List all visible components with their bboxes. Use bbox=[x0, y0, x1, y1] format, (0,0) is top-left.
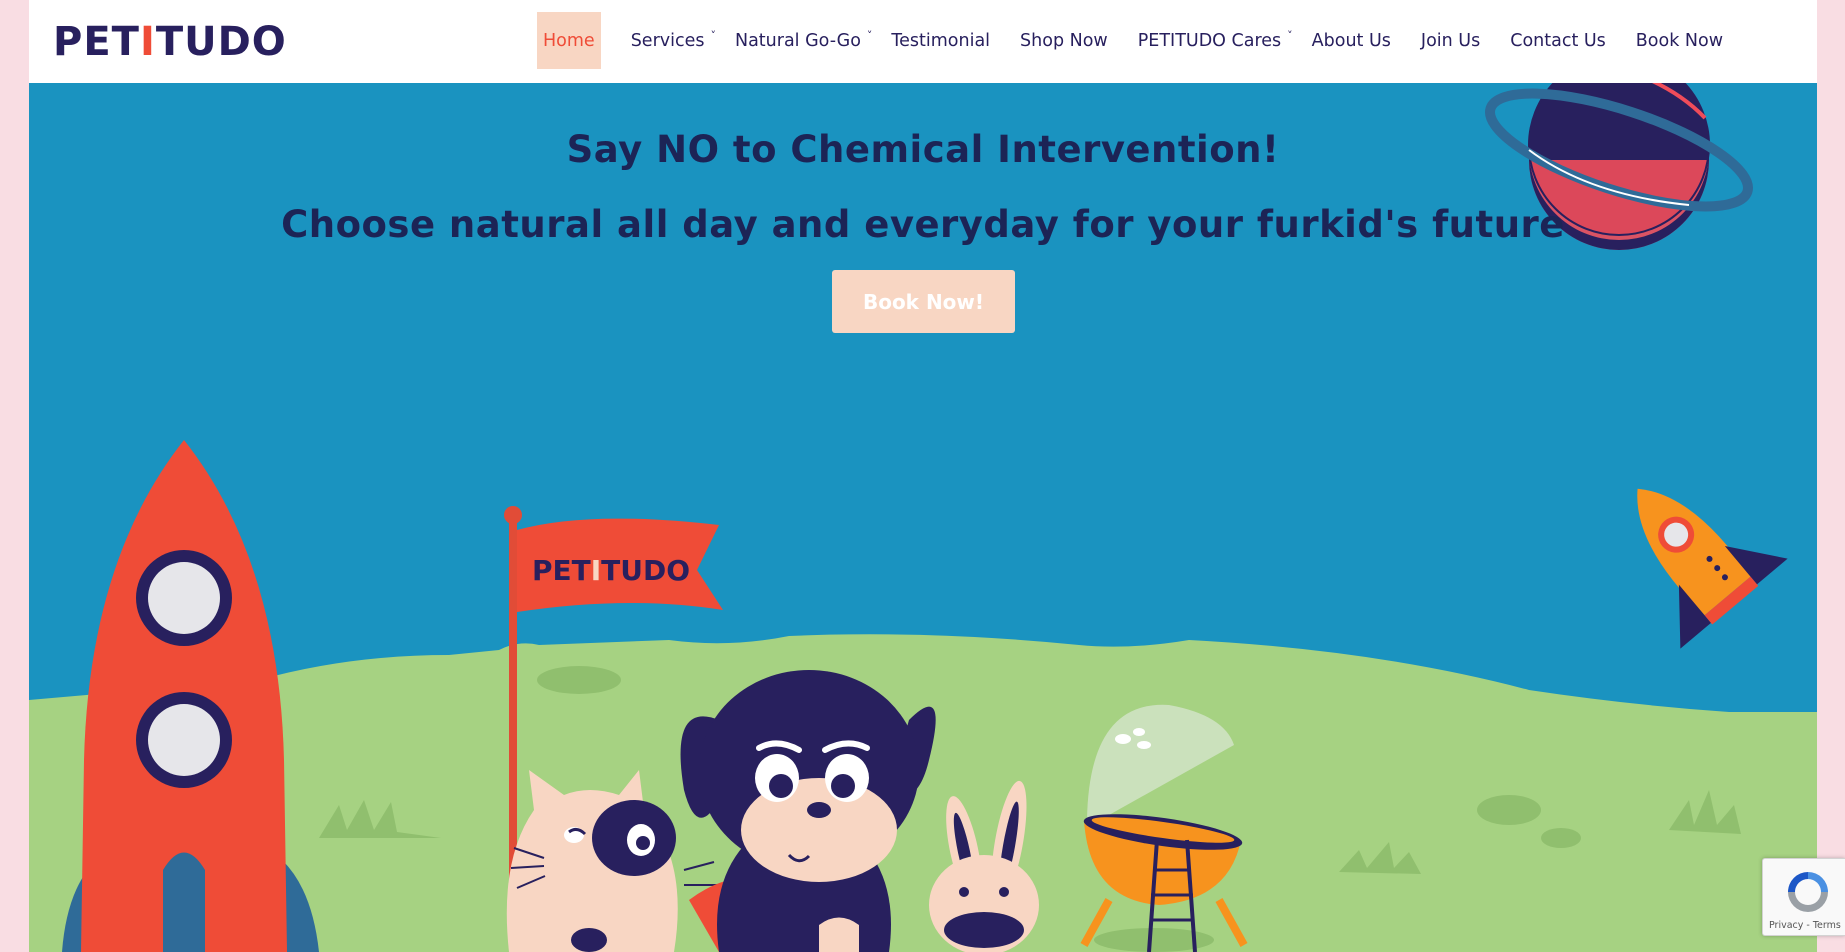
nav-label: Contact Us bbox=[1510, 30, 1606, 51]
chevron-down-icon: ˅ bbox=[1287, 29, 1293, 42]
nav-item-contact-us[interactable]: Contact Us bbox=[1495, 12, 1621, 69]
nav-item-about-us[interactable]: About Us bbox=[1308, 12, 1406, 69]
nav-item-shop-now[interactable]: Shop Now bbox=[1005, 12, 1123, 69]
nav-label: Join Us bbox=[1420, 30, 1481, 51]
nav-label: About Us bbox=[1311, 30, 1391, 51]
nav-label: Services bbox=[630, 30, 705, 51]
nav-item-book-now[interactable]: Book Now bbox=[1621, 12, 1738, 69]
page-frame: PETITUDO PETITUDO Home Services ˅ Natura… bbox=[29, 0, 1817, 952]
flag-logo-text: PETITUDO bbox=[532, 554, 690, 587]
logo-bone: I bbox=[139, 19, 156, 65]
book-now-button[interactable]: Book Now! bbox=[832, 270, 1015, 333]
nav-item-natural-go-go[interactable]: Natural Go-Go ˅ bbox=[731, 12, 887, 69]
nav-label: Shop Now bbox=[1020, 30, 1108, 51]
chevron-down-icon: ˅ bbox=[710, 29, 716, 42]
site-logo[interactable]: PETITUDO bbox=[53, 20, 287, 64]
nav-item-services[interactable]: Services ˅ bbox=[616, 12, 731, 69]
chevron-down-icon: ˅ bbox=[866, 29, 873, 42]
nav-label: Book Now bbox=[1635, 30, 1724, 51]
nav-label: Home bbox=[543, 30, 595, 51]
nav-label: PETITUDO Cares bbox=[1137, 30, 1282, 51]
logo-text-part1: PET bbox=[53, 19, 140, 65]
site-header: PETITUDO Home Services ˅ Natural Go-Go ˅ T… bbox=[29, 0, 1817, 83]
nav-label: Testimonial bbox=[891, 30, 991, 51]
hero-title: Say NO to Chemical Intervention! bbox=[566, 128, 1280, 171]
main-navigation: Home Services ˅ Natural Go-Go ˅ Testimonia… bbox=[537, 12, 1738, 69]
nav-item-home[interactable]: Home bbox=[537, 12, 601, 69]
nav-item-petitudo-cares[interactable]: PETITUDO Cares ˅ bbox=[1123, 12, 1308, 69]
nav-item-join-us[interactable]: Join Us bbox=[1406, 12, 1495, 69]
nav-label: Natural Go-Go bbox=[734, 30, 861, 51]
nav-item-testimonial[interactable]: Testimonial bbox=[887, 12, 1005, 69]
recaptcha-badge[interactable]: Privacy - Terms bbox=[1762, 858, 1845, 936]
small-rocket-illustration bbox=[1637, 488, 1788, 649]
hero-subtitle: Choose natural all day and everyday for … bbox=[281, 203, 1565, 246]
recaptcha-links[interactable]: Privacy - Terms bbox=[1769, 920, 1841, 931]
recaptcha-icon bbox=[1788, 872, 1828, 912]
logo-text-part2: TUDO bbox=[155, 19, 287, 65]
